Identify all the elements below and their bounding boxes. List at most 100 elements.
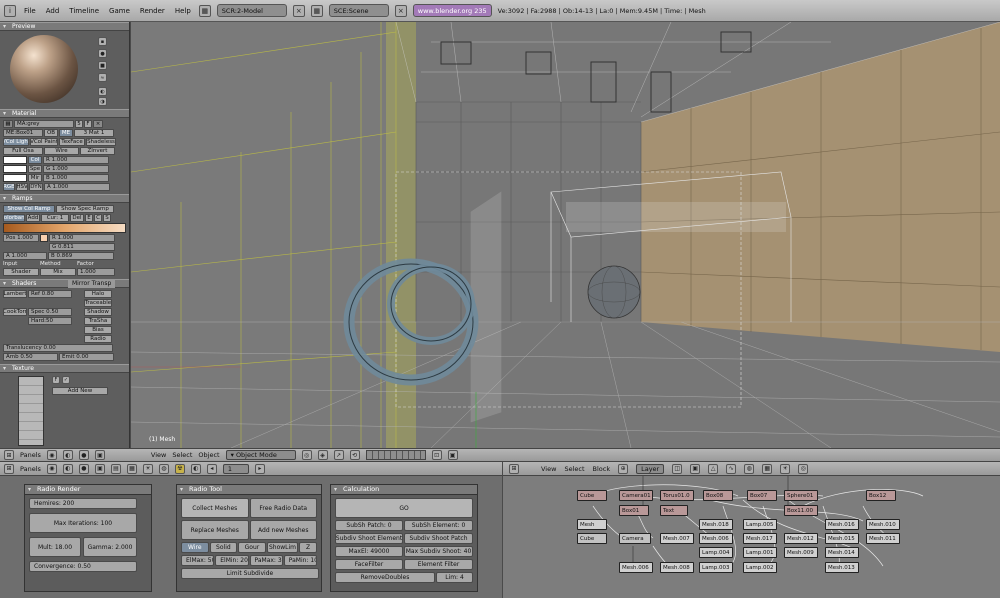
spec-shader-select[interactable]: CookTorr	[3, 308, 27, 316]
oops-node[interactable]: Mesh.013	[825, 562, 859, 573]
oops-node[interactable]: Camera01	[619, 490, 653, 501]
material-filter-icon[interactable]: ◍	[744, 463, 755, 474]
texture-filter-icon[interactable]: ▦	[762, 463, 773, 474]
link-ob-button[interactable]: OB	[44, 129, 58, 137]
halo-toggle[interactable]: Halo	[84, 290, 112, 298]
material-header[interactable]: Material	[0, 109, 129, 118]
radio-toggle[interactable]: Radio	[84, 335, 112, 343]
menu-select[interactable]: Select	[172, 451, 192, 459]
material-index[interactable]: 3 Mat 1	[74, 129, 114, 137]
scene-context-icon[interactable]: ▦	[126, 463, 137, 474]
radio-render-header[interactable]: Radio Render	[25, 485, 151, 495]
red-slider[interactable]: R 1.000	[43, 156, 109, 164]
shading-context-icon[interactable]: ●	[78, 463, 89, 474]
oops-node[interactable]: Lamp.005	[743, 519, 777, 530]
info-icon[interactable]: i	[4, 4, 16, 17]
go-button[interactable]: GO	[335, 498, 473, 518]
ramp-input-select[interactable]: Shader	[3, 268, 39, 276]
elmax-field[interactable]: ElMax: 50	[181, 555, 215, 566]
material-fake-user[interactable]: F	[84, 120, 92, 128]
calculation-header[interactable]: Calculation	[331, 485, 477, 495]
oops-node[interactable]: Mesh.017	[743, 533, 777, 544]
subdiv-shoot-patch-button[interactable]: Subdiv Shoot Patch	[404, 533, 473, 544]
mirror-swatch[interactable]	[3, 174, 27, 182]
oops-node[interactable]: Sphere01	[784, 490, 818, 501]
material-browse-icon[interactable]: ▦	[3, 120, 13, 128]
window-type-icon[interactable]: ⊞	[4, 450, 14, 460]
radio-icon[interactable]: ☢	[174, 463, 185, 474]
lim-field[interactable]: Lim: 4	[436, 572, 473, 583]
world-icon[interactable]: ◐	[190, 463, 201, 474]
script-icon[interactable]: ◐	[62, 450, 73, 460]
lamp-filter-icon[interactable]: ☀	[780, 463, 791, 474]
object-icon[interactable]: ▣	[94, 450, 105, 460]
texture-header[interactable]: Texture	[0, 364, 129, 373]
color-ramp-gradient[interactable]	[3, 223, 126, 233]
oops-node[interactable]: Box11.00	[784, 505, 818, 516]
scene-close-icon[interactable]: ×	[394, 4, 407, 17]
draw-wire-button[interactable]: Wire	[181, 542, 209, 553]
spec-swatch[interactable]	[3, 165, 27, 173]
amb-slider[interactable]: Amb 0.50	[3, 353, 58, 361]
viewport-panels-label[interactable]: Panels	[20, 451, 41, 459]
scene-selector[interactable]: SCE:Scene	[328, 4, 389, 17]
material-name-field[interactable]: MA:grey	[14, 120, 74, 128]
camera-filter-icon[interactable]: ◎	[798, 463, 809, 474]
ramps-header[interactable]: Ramps	[0, 194, 129, 203]
material-users[interactable]: 5	[75, 120, 83, 128]
menu-file[interactable]: File	[22, 7, 38, 15]
oops-node[interactable]: Lamp.004	[699, 547, 733, 558]
oops-node[interactable]: Mesh	[577, 519, 607, 530]
z-button[interactable]: Z	[299, 542, 317, 553]
zoom-icon[interactable]: ⊕	[618, 463, 629, 474]
render-icon[interactable]: ▣	[447, 450, 458, 460]
radio-tool-header[interactable]: Radio Tool	[177, 485, 321, 495]
ramp-add-button[interactable]: Add	[26, 214, 40, 222]
oops-node[interactable]: Box12	[866, 490, 896, 501]
oops-node[interactable]: Box07	[747, 490, 777, 501]
subsh-element-field[interactable]: SubSh Element: 0	[404, 520, 473, 531]
lamp-icon[interactable]: ☀	[142, 463, 153, 474]
ramp-color-swatch[interactable]	[40, 234, 48, 242]
show-spec-ramp-tab[interactable]: Show Spec Ramp	[56, 205, 114, 213]
scene-browse-icon[interactable]: ▦	[310, 4, 323, 17]
ramp-interp-c[interactable]: C	[94, 214, 102, 222]
spe-button[interactable]: Spe	[28, 165, 42, 173]
toggle-shadeless[interactable]: Shadeless	[86, 138, 116, 146]
ref-slider[interactable]: Ref 0.80	[28, 290, 72, 298]
lock-icon[interactable]: ⊡	[431, 450, 442, 460]
ramp-method-select[interactable]: Mix	[40, 268, 76, 276]
ramp-interp-e[interactable]: E	[85, 214, 93, 222]
oops-node[interactable]: Cube	[577, 533, 607, 544]
toggle-vcol-light[interactable]: VCol Light	[3, 138, 29, 146]
toggle-vcol-paint[interactable]: VCol Paint	[30, 138, 58, 146]
texture-channel-list[interactable]	[18, 376, 44, 446]
mir-button[interactable]: Mir	[28, 174, 42, 182]
manipulator-icon[interactable]: ↗	[333, 450, 344, 460]
logic-icon[interactable]: ◉	[46, 450, 57, 460]
hemires-field[interactable]: Hemires: 200	[29, 498, 137, 509]
oops-node[interactable]: Mesh.015	[825, 533, 859, 544]
preview-cube-icon[interactable]: ■	[98, 61, 107, 70]
menu-add[interactable]: Add	[44, 7, 62, 15]
emit-slider[interactable]: Emit 0.00	[59, 353, 114, 361]
buttons-panels-label[interactable]: Panels	[20, 465, 41, 473]
menu-view[interactable]: View	[151, 451, 166, 459]
ramp-green[interactable]: G 0.811	[49, 243, 115, 251]
pivot-icon[interactable]: ◈	[317, 450, 328, 460]
prev-page-icon[interactable]: ◂	[206, 463, 217, 474]
editing-context-icon[interactable]: ▤	[110, 463, 121, 474]
subdiv-shoot-element-button[interactable]: Subdiv Shoot Element	[335, 533, 403, 544]
oops-node[interactable]: Mesh.011	[866, 533, 900, 544]
toggle-zinvert[interactable]: ZInvert	[80, 147, 115, 155]
spec-slider[interactable]: Spec 0.50	[28, 308, 72, 316]
scene-filter-icon[interactable]: ◫	[672, 463, 683, 474]
limit-subdivide-button[interactable]: Limit Subdivide	[181, 568, 319, 579]
convergence-field[interactable]: Convergence: 0.50	[29, 561, 137, 572]
layer-buttons[interactable]	[365, 450, 426, 460]
ramp-del-button[interactable]: Del	[70, 214, 84, 222]
replace-meshes-button[interactable]: Replace Meshes	[181, 520, 249, 540]
oops-node[interactable]: Mesh.012	[784, 533, 818, 544]
material-close-icon[interactable]: ×	[93, 120, 103, 128]
draw-solid-button[interactable]: Solid	[209, 542, 238, 553]
